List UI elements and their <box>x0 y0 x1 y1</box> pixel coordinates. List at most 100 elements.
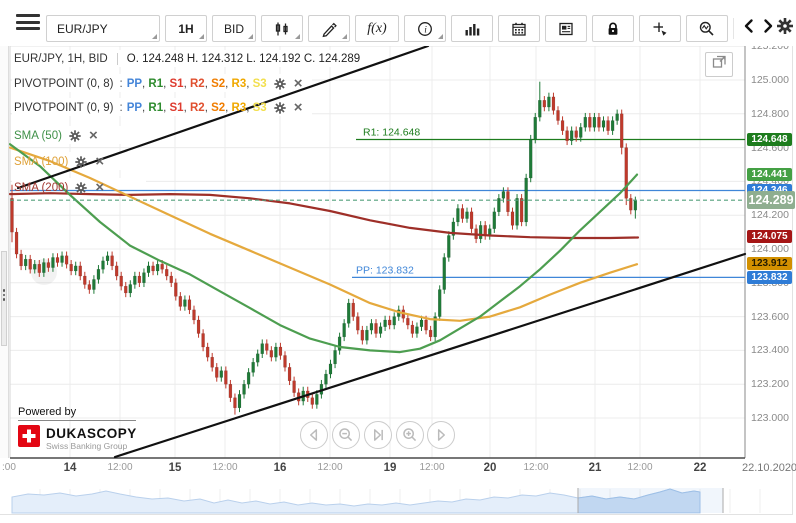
current-price-badge: 124.289 <box>747 191 795 210</box>
indicator-label: PIVOTPOINT (0, 8) <box>14 78 114 90</box>
chart-zoom-in-button[interactable] <box>396 421 424 449</box>
toolbar-separator <box>733 18 734 39</box>
price-tick-label: 123.000 <box>751 412 789 424</box>
timeframe-label: 1H <box>178 21 194 36</box>
price-axis[interactable]: 125.200 125.000 124.800 124.600 124.400 124.2… <box>746 40 796 462</box>
indicators-button[interactable]: f(x) <box>355 15 399 42</box>
chart-go-to-latest-button[interactable] <box>364 421 392 449</box>
time-tick-label: 12:00 <box>212 462 238 473</box>
time-tick-label: 12:00 <box>523 462 549 473</box>
price-tick-label: 124.000 <box>751 243 789 255</box>
chart-type-button[interactable] <box>261 15 303 42</box>
pivot-token: PP <box>126 102 143 114</box>
price-tick-label: 123.600 <box>751 310 789 323</box>
indicator-settings-button[interactable] <box>273 101 287 115</box>
volume-bars-icon <box>463 20 481 38</box>
pivot-token: R2 <box>189 102 205 114</box>
price-tick-label: 123.400 <box>751 344 789 357</box>
indicator-label: SMA (200) <box>14 182 69 194</box>
indicator-remove-button[interactable]: × <box>95 180 104 195</box>
indicator-settings-button[interactable] <box>68 129 82 143</box>
pivot-token: S2 <box>211 102 226 114</box>
time-tick-label: 12:00 <box>419 462 445 473</box>
indicator-settings-button[interactable] <box>74 155 88 169</box>
menu-icon[interactable] <box>16 14 40 32</box>
navigator-area <box>11 488 701 514</box>
navigator-selection[interactable] <box>578 488 723 513</box>
rail-grip-icon <box>2 289 6 303</box>
time-axis[interactable]: :00 14 12:00 15 12:00 16 12:00 19 12:00 20 12:00 21… <box>0 460 796 480</box>
draw-tools-button[interactable] <box>308 15 350 42</box>
indicator-settings-button[interactable] <box>273 77 287 91</box>
candlestick-icon <box>273 20 291 38</box>
svg-text:i: i <box>424 25 427 35</box>
time-tick-label: 15 <box>168 462 182 474</box>
pivot-token: S1 <box>169 78 184 90</box>
lock-button[interactable] <box>592 15 634 42</box>
function-icon: f(x) <box>367 20 387 36</box>
pivot-token: R3 <box>231 102 247 114</box>
indicator-remove-button[interactable]: × <box>89 128 98 143</box>
pivot-token: S3 <box>252 78 267 90</box>
indicator-remove-button[interactable]: × <box>294 76 303 91</box>
settings-button[interactable] <box>773 15 796 42</box>
axis-date-label: 22.10.2020 <box>742 462 796 474</box>
time-tick-label: 12:00 <box>317 462 343 473</box>
time-tick-label: 12:00 <box>627 462 653 473</box>
price-level-badge: 124.648 <box>747 132 792 146</box>
news-icon <box>557 20 575 38</box>
time-tick-label: 21 <box>588 462 602 474</box>
pivot-token: R1 <box>148 78 164 90</box>
indicator-row-sma-200: SMA (200) × <box>14 180 104 195</box>
indicator-row-pivotpoint-0-9: PIVOTPOINT (0, 9): PP, R1, S1, R2, S2, R3… <box>14 99 303 116</box>
indicator-settings-button[interactable] <box>74 181 88 195</box>
indicator-label: PIVOTPOINT (0, 9) <box>14 102 114 114</box>
chart-forward-button[interactable] <box>427 421 455 449</box>
swiss-flag-icon <box>18 425 40 452</box>
price-level-badge: 124.075 <box>747 229 792 243</box>
detach-window-icon <box>712 55 727 74</box>
info-button[interactable]: i <box>404 15 446 42</box>
price-side-label: BID <box>223 21 244 36</box>
time-tick-label: 16 <box>273 462 287 474</box>
time-tick-label: 20 <box>483 462 497 474</box>
price-tick-label: 125.000 <box>751 74 789 86</box>
chart-back-button[interactable] <box>300 421 328 449</box>
pencil-icon <box>320 20 338 38</box>
price-level-badge: 123.832 <box>747 270 792 284</box>
dukascopy-logo: Powered by DUKASCOPY Swiss Banking Group <box>18 406 137 452</box>
price-tick-label: 123.200 <box>751 378 789 391</box>
time-tick-label: 22 <box>693 462 707 474</box>
timeframe-selector[interactable]: 1H <box>165 15 207 42</box>
news-button[interactable] <box>545 15 587 42</box>
pivot-token: R2 <box>189 78 205 90</box>
pivot-token: R1 <box>148 102 164 114</box>
price-tick-label: 124.200 <box>751 209 789 222</box>
toolbar: EUR/JPY 1H BID f(x) i <box>0 0 796 46</box>
instrument-selector[interactable]: EUR/JPY <box>46 15 160 42</box>
calendar-icon <box>510 20 528 38</box>
pair-info: EUR/JPY, 1H, BID <box>14 53 108 65</box>
time-tick-label: 12:00 <box>107 462 133 473</box>
price-side-selector[interactable]: BID <box>212 15 256 42</box>
pivot-token: S2 <box>211 78 226 90</box>
detach-chart-button[interactable] <box>705 52 733 77</box>
left-resize-rail[interactable] <box>0 46 9 458</box>
lock-icon <box>604 20 622 38</box>
time-tick-label: 19 <box>383 462 397 474</box>
price-level-badge: 123.912 <box>747 257 792 271</box>
instrument-label: EUR/JPY <box>57 21 108 36</box>
indicator-label: SMA (100) <box>14 156 69 168</box>
chart-zoom-out-button[interactable] <box>332 421 360 449</box>
legend-divider <box>116 53 118 65</box>
time-tick-label: 14 <box>63 462 77 474</box>
indicator-row-pivotpoint-0-8: PIVOTPOINT (0, 8): PP, R1, S1, R2, S2, R3… <box>14 75 303 92</box>
zoom-tool-button[interactable] <box>686 15 728 42</box>
indicator-remove-button[interactable]: × <box>294 100 303 115</box>
brand-subtitle: Swiss Banking Group <box>46 440 128 451</box>
calendar-button[interactable] <box>498 15 540 42</box>
indicator-remove-button[interactable]: × <box>95 154 104 169</box>
pivot-token: S1 <box>169 102 184 114</box>
volume-button[interactable] <box>451 15 493 42</box>
crosshair-button[interactable] <box>639 15 681 42</box>
